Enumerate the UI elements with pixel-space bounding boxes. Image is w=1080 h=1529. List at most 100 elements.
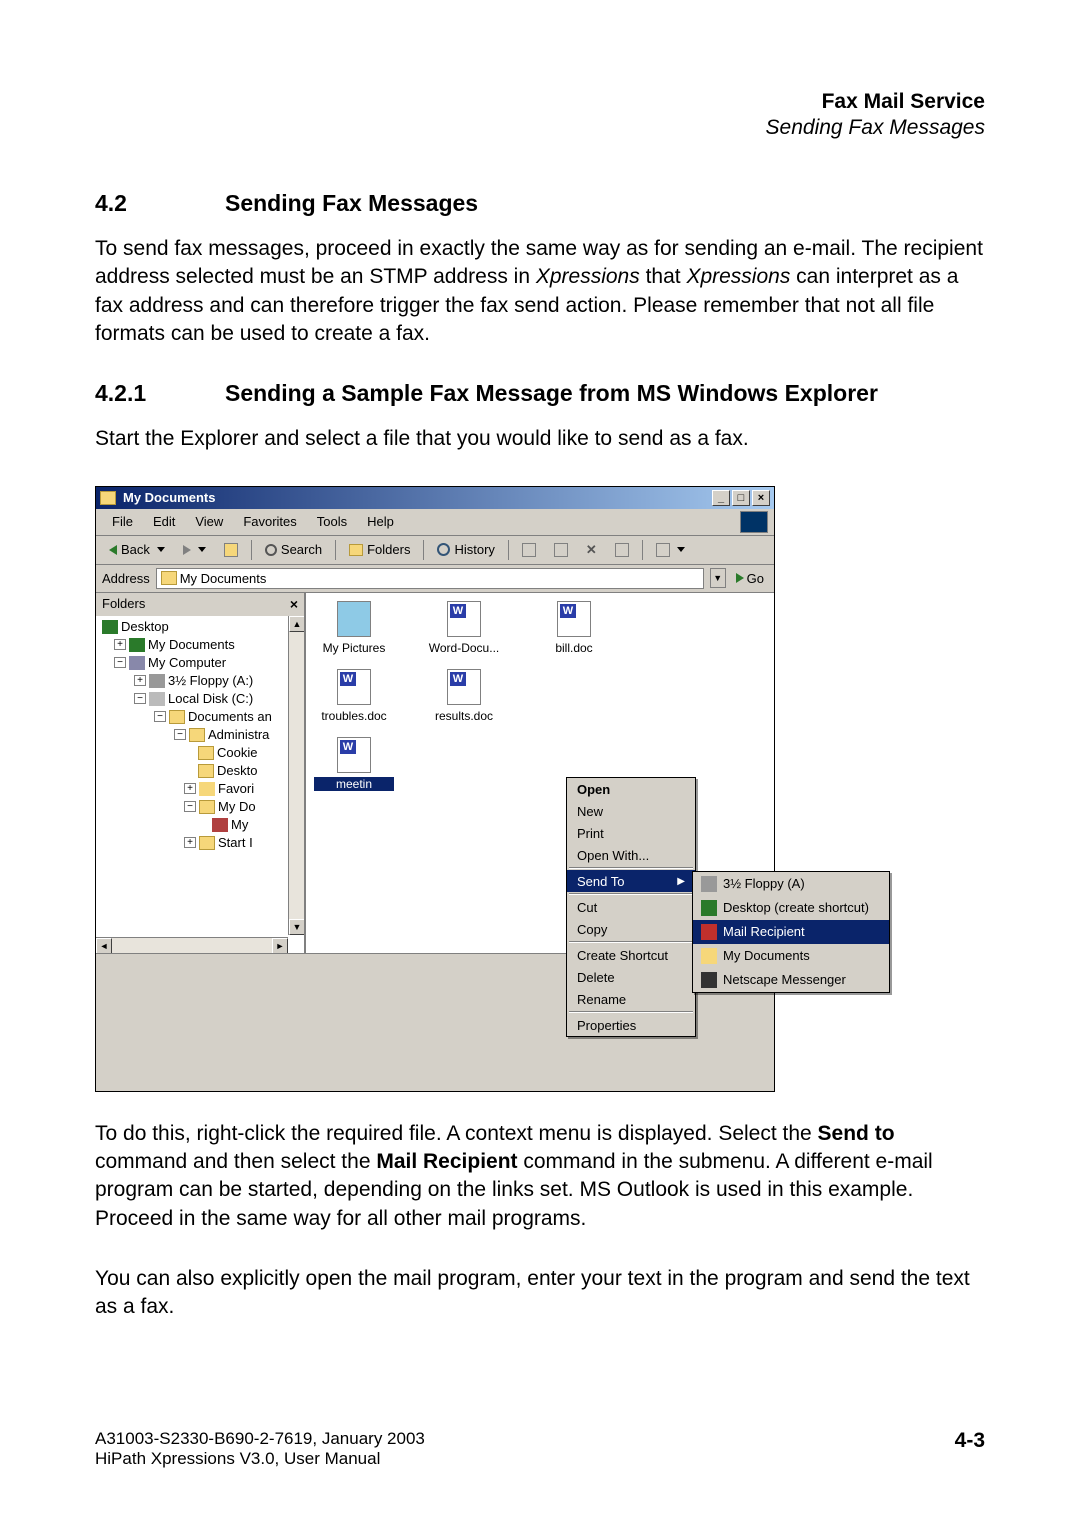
after-paragraph-2: You can also explicitly open the mail pr… bbox=[95, 1265, 985, 1322]
page-header: Fax Mail Service Sending Fax Messages bbox=[95, 90, 985, 140]
address-bar: Address My Documents ▼ Go bbox=[96, 565, 774, 593]
title-bar[interactable]: My Documents _ □ × bbox=[96, 487, 774, 509]
folder-icon bbox=[198, 764, 214, 778]
close-pane-button[interactable]: × bbox=[290, 596, 298, 612]
section-4-2-1-intro: Start the Explorer and select a file tha… bbox=[95, 425, 985, 453]
scroll-right-icon[interactable]: ► bbox=[272, 938, 288, 953]
address-input[interactable]: My Documents bbox=[156, 568, 704, 589]
menu-cut[interactable]: Cut bbox=[567, 896, 695, 918]
folder-icon bbox=[169, 710, 185, 724]
expand-icon[interactable]: + bbox=[184, 837, 196, 848]
delete-button[interactable]: ✕ bbox=[579, 539, 604, 561]
menu-copy[interactable]: Copy bbox=[567, 918, 695, 940]
floppy-icon bbox=[701, 876, 717, 892]
address-label: Address bbox=[102, 571, 150, 586]
expand-icon[interactable]: + bbox=[134, 675, 146, 686]
word-icon bbox=[337, 737, 371, 773]
menu-favorites[interactable]: Favorites bbox=[233, 512, 306, 531]
vertical-scrollbar[interactable]: ▲ ▼ bbox=[288, 616, 304, 935]
context-menu: Open New Print Open With... Send To▶ Cut… bbox=[566, 777, 696, 1037]
copy-to-button[interactable] bbox=[547, 540, 575, 560]
minimize-button[interactable]: _ bbox=[712, 490, 730, 506]
submenu-arrow-icon: ▶ bbox=[677, 876, 685, 887]
horizontal-scrollbar[interactable]: ◄ ► bbox=[96, 937, 288, 953]
address-dropdown[interactable]: ▼ bbox=[710, 568, 726, 588]
file-item-pictures[interactable]: My Pictures bbox=[314, 601, 394, 655]
menu-new[interactable]: New bbox=[567, 800, 695, 822]
menu-help[interactable]: Help bbox=[357, 512, 404, 531]
menu-tools[interactable]: Tools bbox=[307, 512, 357, 531]
file-item-meeting-selected[interactable]: meetin bbox=[314, 737, 394, 791]
toolbar: Back Search Folders History ✕ bbox=[96, 536, 774, 565]
menu-view[interactable]: View bbox=[185, 512, 233, 531]
page-footer: A31003-S2330-B690-2-7619, January 2003 H… bbox=[95, 1429, 985, 1469]
menu-print[interactable]: Print bbox=[567, 822, 695, 844]
collapse-icon[interactable]: − bbox=[184, 801, 196, 812]
folder-tree[interactable]: Desktop +My Documents −My Computer +3½ F… bbox=[96, 616, 304, 953]
word-icon bbox=[337, 669, 371, 705]
chevron-down-icon bbox=[157, 547, 165, 552]
search-button[interactable]: Search bbox=[258, 539, 329, 560]
file-item-worddoc[interactable]: Word-Docu... bbox=[424, 601, 504, 655]
after-paragraph-1: To do this, right-click the required fil… bbox=[95, 1120, 985, 1233]
sendto-netscape[interactable]: Netscape Messenger bbox=[693, 968, 889, 992]
folder-icon bbox=[189, 728, 205, 742]
collapse-icon[interactable]: − bbox=[134, 693, 146, 704]
sendto-mydocs[interactable]: My Documents bbox=[693, 944, 889, 968]
menu-open[interactable]: Open bbox=[567, 778, 695, 800]
explorer-window: My Documents _ □ × File Edit View Favori… bbox=[95, 486, 775, 1092]
menu-send-to[interactable]: Send To▶ bbox=[567, 870, 695, 892]
back-button[interactable]: Back bbox=[102, 539, 172, 560]
chevron-down-icon bbox=[198, 547, 206, 552]
sendto-desktop[interactable]: Desktop (create shortcut) bbox=[693, 896, 889, 920]
menu-edit[interactable]: Edit bbox=[143, 512, 185, 531]
collapse-icon[interactable]: − bbox=[174, 729, 186, 740]
copy-icon bbox=[554, 543, 568, 557]
up-button[interactable] bbox=[217, 540, 245, 560]
folder-icon bbox=[199, 800, 215, 814]
scroll-down-icon[interactable]: ▼ bbox=[289, 919, 304, 935]
pictures-icon bbox=[212, 818, 228, 832]
folders-icon bbox=[349, 544, 363, 556]
menu-properties[interactable]: Properties bbox=[567, 1014, 695, 1036]
sendto-floppy[interactable]: 3½ Floppy (A) bbox=[693, 872, 889, 896]
undo-button[interactable] bbox=[608, 540, 636, 560]
file-item-results[interactable]: results.doc bbox=[424, 669, 504, 723]
history-button[interactable]: History bbox=[430, 539, 501, 560]
folders-button[interactable]: Folders bbox=[342, 539, 417, 560]
scroll-left-icon[interactable]: ◄ bbox=[96, 938, 112, 953]
file-item-troubles[interactable]: troubles.doc bbox=[314, 669, 394, 723]
expand-icon[interactable]: + bbox=[114, 639, 126, 650]
scroll-up-icon[interactable]: ▲ bbox=[289, 616, 304, 632]
close-button[interactable]: × bbox=[752, 490, 770, 506]
window-title: My Documents bbox=[119, 490, 712, 505]
header-title: Fax Mail Service bbox=[95, 90, 985, 114]
folder-icon bbox=[100, 491, 116, 505]
views-button[interactable] bbox=[649, 540, 692, 560]
mydocs-icon bbox=[701, 948, 717, 964]
menu-create-shortcut[interactable]: Create Shortcut bbox=[567, 944, 695, 966]
menu-rename[interactable]: Rename bbox=[567, 988, 695, 1010]
computer-icon bbox=[129, 656, 145, 670]
undo-icon bbox=[615, 543, 629, 557]
files-pane[interactable]: My Pictures Word-Docu... bill.doc troubl… bbox=[306, 593, 774, 953]
netscape-icon bbox=[701, 972, 717, 988]
collapse-icon[interactable]: − bbox=[154, 711, 166, 722]
disk-icon bbox=[149, 692, 165, 706]
send-to-submenu: 3½ Floppy (A) Desktop (create shortcut) … bbox=[692, 871, 890, 993]
mail-icon bbox=[701, 924, 717, 940]
word-icon bbox=[557, 601, 591, 637]
folders-pane: Folders × Desktop +My Documents −My Comp… bbox=[96, 593, 306, 953]
forward-button[interactable] bbox=[176, 542, 213, 558]
menu-open-with[interactable]: Open With... bbox=[567, 844, 695, 866]
go-button[interactable]: Go bbox=[732, 571, 768, 586]
collapse-icon[interactable]: − bbox=[114, 657, 126, 668]
maximize-button[interactable]: □ bbox=[732, 490, 750, 506]
menu-file[interactable]: File bbox=[102, 512, 143, 531]
expand-icon[interactable]: + bbox=[184, 783, 196, 794]
menu-delete[interactable]: Delete bbox=[567, 966, 695, 988]
file-item-bill[interactable]: bill.doc bbox=[534, 601, 614, 655]
move-to-button[interactable] bbox=[515, 540, 543, 560]
sendto-mail-recipient[interactable]: Mail Recipient bbox=[693, 920, 889, 944]
section-title: Sending Fax Messages bbox=[225, 190, 478, 217]
